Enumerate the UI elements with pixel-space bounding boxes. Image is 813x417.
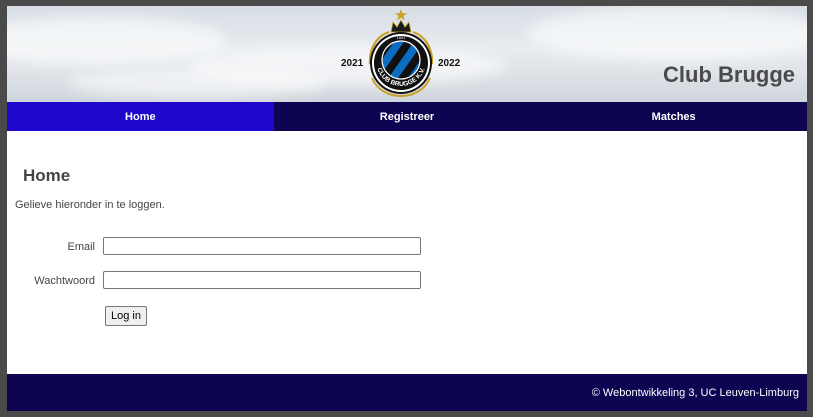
copyright-text: © Webontwikkeling 3, UC Leuven-Limburg <box>591 386 799 399</box>
header-banner: 2021 CLUB BRUGGE K.V. 1891 2022 Club Bru… <box>7 6 807 102</box>
browser-viewport: 2021 CLUB BRUGGE K.V. 1891 2022 Club Bru… <box>7 6 807 411</box>
login-instruction: Gelieve hieronder in te loggen. <box>15 199 165 211</box>
page-footer: © Webontwikkeling 3, UC Leuven-Limburg <box>7 374 807 411</box>
site-title: Club Brugge <box>663 62 795 87</box>
svg-text:1891: 1891 <box>397 35 407 40</box>
login-button[interactable]: Log in <box>105 306 147 326</box>
page-title: Home <box>23 166 71 185</box>
email-field[interactable] <box>103 237 421 255</box>
nav-item-matches[interactable]: Matches <box>540 102 807 131</box>
nav-item-registreer[interactable]: Registreer <box>274 102 541 131</box>
season-end-year: 2022 <box>438 58 461 69</box>
email-label: Email <box>67 241 95 253</box>
password-field[interactable] <box>103 271 421 289</box>
main-navigation: Home Registreer Matches <box>7 102 807 131</box>
nav-item-home[interactable]: Home <box>7 102 274 131</box>
club-brugge-crest-icon: CLUB BRUGGE K.V. 1891 <box>368 9 434 98</box>
password-label: Wachtwoord <box>34 275 95 287</box>
